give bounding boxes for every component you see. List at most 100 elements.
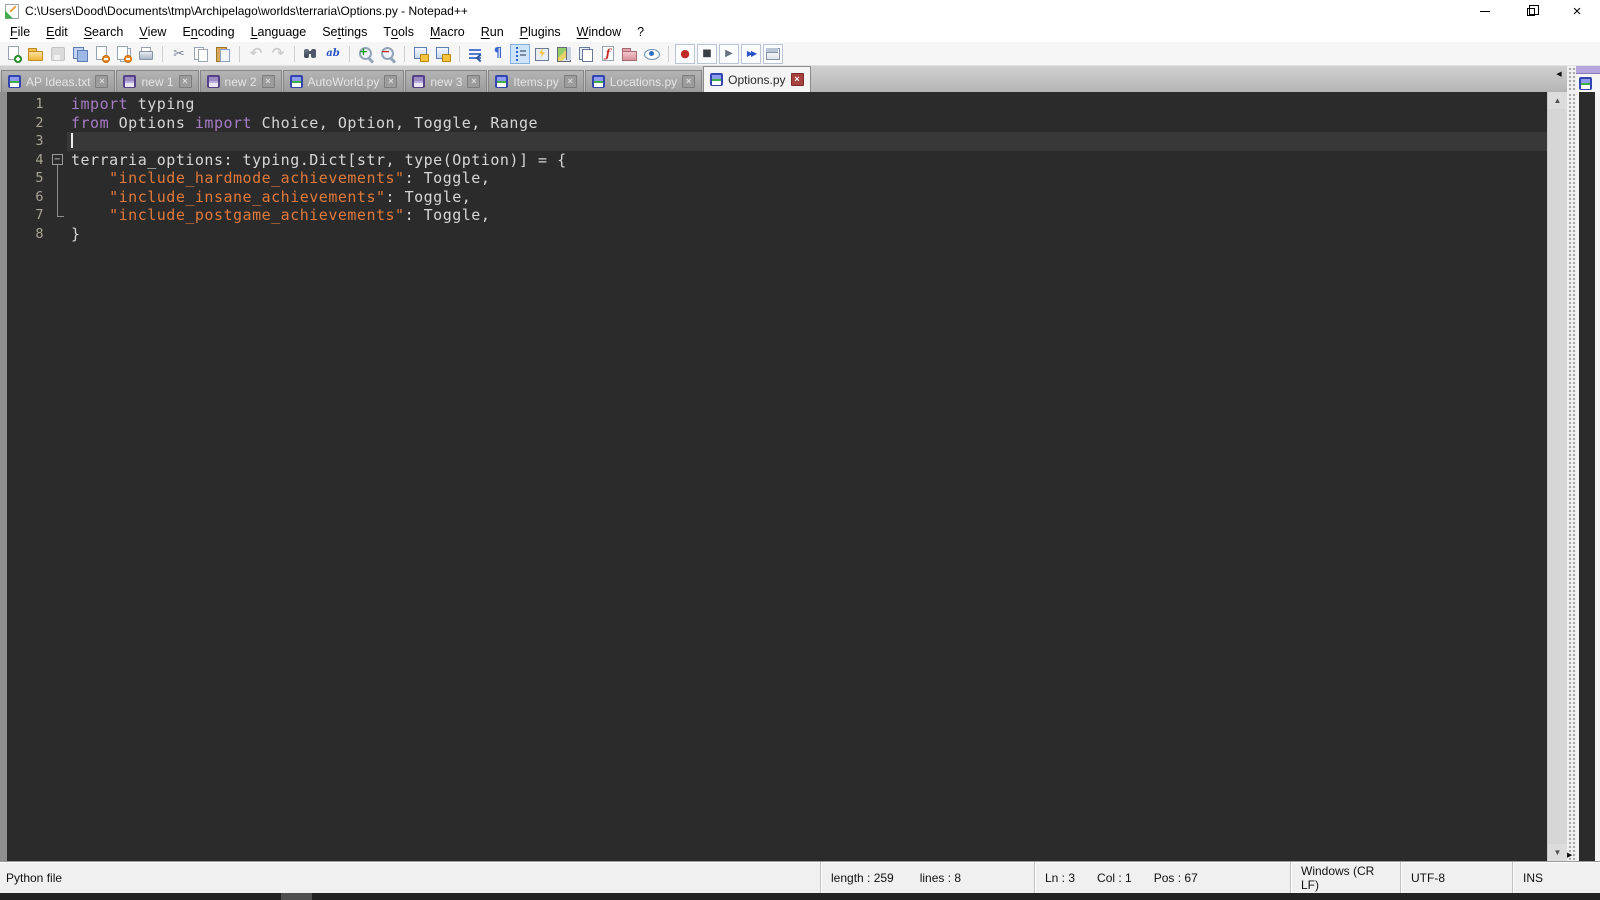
second-view-editor xyxy=(1579,92,1595,861)
close-icon[interactable] xyxy=(93,45,111,63)
menu-run[interactable]: Run xyxy=(473,22,512,42)
tab-label: Items.py xyxy=(513,74,559,89)
code-text xyxy=(67,132,1547,151)
tab-new-3[interactable]: new 3 × xyxy=(405,70,488,92)
line-number: 8 xyxy=(35,225,44,242)
menu-settings[interactable]: Se t tings xyxy=(314,22,375,42)
toolbar-separator xyxy=(239,45,240,62)
title-bar[interactable]: C:\Users\Dood\Documents\tmp\Archipelago\… xyxy=(0,0,1600,22)
menu-encoding[interactable]: En coding xyxy=(174,22,242,42)
saved-file-icon xyxy=(495,75,509,88)
tab-close-icon[interactable]: × xyxy=(467,75,481,88)
zoom-in-icon[interactable]: + xyxy=(357,45,375,63)
tab-close-icon[interactable]: × xyxy=(563,75,577,88)
code-area[interactable]: 1 import typing 2 from Options import Choic… xyxy=(7,92,1547,861)
bottom-edge-segment xyxy=(281,893,312,900)
status-eol-format[interactable]: Windows (CR LF) xyxy=(1290,862,1400,893)
replace-icon[interactable]: ab xyxy=(324,45,342,63)
close-button[interactable]: × xyxy=(1554,0,1600,22)
restore-button[interactable] xyxy=(1508,0,1554,22)
fold-collapse-icon[interactable]: − xyxy=(52,153,63,165)
tab-options-py[interactable]: Options.py × xyxy=(703,66,811,92)
vertical-scrollbar[interactable]: ▲ ▼ xyxy=(1547,92,1567,861)
open-icon[interactable] xyxy=(27,45,45,63)
find-icon[interactable] xyxy=(302,45,320,63)
minimize-button[interactable] xyxy=(1462,0,1508,22)
macro-play-icon[interactable]: ▶ xyxy=(719,43,739,64)
menu-tools[interactable]: To ols xyxy=(375,22,422,42)
save-icon[interactable] xyxy=(49,45,67,63)
view-splitter[interactable]: ▶ xyxy=(1567,92,1576,861)
tab-label: AutoWorld.py xyxy=(307,74,380,89)
second-view-tab-top[interactable] xyxy=(1576,66,1600,92)
indent-guide-icon[interactable] xyxy=(510,43,530,64)
tab-autoworld-py[interactable]: AutoWorld.py × xyxy=(282,70,405,92)
define-language-icon[interactable] xyxy=(533,45,551,63)
notepadpp-icon xyxy=(5,3,19,19)
status-typing-mode[interactable]: INS xyxy=(1512,862,1600,893)
tab-close-icon[interactable]: × xyxy=(95,75,109,88)
paste-icon[interactable] xyxy=(214,45,232,63)
second-view[interactable] xyxy=(1576,92,1600,861)
menu-plugins[interactable]: Plugins xyxy=(512,22,569,42)
redo-icon[interactable]: ↷ xyxy=(269,45,287,63)
scroll-down-icon[interactable]: ▼ xyxy=(1548,844,1567,861)
macro-run-multiple-icon[interactable]: ▶▶ xyxy=(741,43,761,64)
save-all-icon[interactable] xyxy=(71,45,89,63)
scrollbar-track[interactable] xyxy=(1548,109,1567,844)
menu-language[interactable]: Language xyxy=(243,22,315,42)
document-map-icon[interactable] xyxy=(555,45,573,63)
status-encoding[interactable]: UTF-8 xyxy=(1400,862,1512,893)
copy-icon[interactable] xyxy=(192,45,210,63)
second-view-tab-strip xyxy=(1576,66,1600,74)
tab-ap-ideas-txt[interactable]: AP Ideas.txt × xyxy=(1,70,116,92)
tab-close-icon[interactable]: × xyxy=(384,75,398,88)
window-controls: × xyxy=(1462,0,1600,22)
second-view-tab-icon-area xyxy=(1576,74,1600,92)
function-list-icon[interactable]: ƒ xyxy=(599,45,617,63)
tab-items-py[interactable]: Items.py × xyxy=(488,70,584,92)
menu-window[interactable]: Window xyxy=(569,22,629,42)
monitoring-icon[interactable] xyxy=(643,45,661,63)
undo-icon[interactable]: ↶ xyxy=(247,45,265,63)
menu-view[interactable]: View xyxy=(131,22,174,42)
tab-scroll-left-icon[interactable]: ◀ xyxy=(1551,66,1567,92)
new-file-icon[interactable] xyxy=(5,45,23,63)
zoom-out-icon[interactable]: − xyxy=(379,45,397,63)
show-all-characters-icon[interactable]: ¶ xyxy=(489,45,507,63)
document-switcher-icon[interactable] xyxy=(577,45,595,63)
notepadpp-window: C:\Users\Dood\Documents\tmp\Archipelago\… xyxy=(0,0,1600,900)
tab-close-icon[interactable]: × xyxy=(178,75,192,88)
splitter-expand-right-icon[interactable]: ▶ xyxy=(1567,852,1572,859)
menu-search[interactable]: Search xyxy=(76,22,132,42)
tab-new-2[interactable]: new 2 × xyxy=(199,70,282,92)
cut-icon[interactable]: ✂ xyxy=(170,45,188,63)
tab-locations-py[interactable]: Locations.py × xyxy=(584,70,703,92)
sync-horizontal-icon[interactable] xyxy=(434,45,452,63)
line-number: 2 xyxy=(35,114,44,131)
line-number: 3 xyxy=(35,133,44,149)
tab-close-icon[interactable]: × xyxy=(790,73,804,86)
status-column: Col : 1 xyxy=(1097,870,1132,885)
close-all-icon[interactable] xyxy=(115,45,133,63)
print-icon[interactable] xyxy=(137,45,155,63)
menu-file[interactable]: File xyxy=(2,22,38,42)
menu-help[interactable]: ? xyxy=(629,22,652,42)
tab-bar-right: ◀ xyxy=(1551,66,1600,92)
tab-label: new 2 xyxy=(224,74,257,89)
toolbar-separator xyxy=(404,45,405,62)
sync-vertical-icon[interactable] xyxy=(412,45,430,63)
folder-as-workspace-icon[interactable] xyxy=(621,45,639,63)
view-splitter-top[interactable] xyxy=(1567,66,1576,92)
tab-close-icon[interactable]: × xyxy=(261,75,275,88)
scroll-up-icon[interactable]: ▲ xyxy=(1548,92,1567,109)
tab-close-icon[interactable]: × xyxy=(682,75,696,88)
word-wrap-icon[interactable] xyxy=(467,45,485,63)
menu-edit[interactable]: Edit xyxy=(38,22,76,42)
status-lines: lines : 8 xyxy=(919,870,962,885)
menu-macro[interactable]: Macro xyxy=(422,22,473,42)
tab-new-1[interactable]: new 1 × xyxy=(116,70,199,92)
macro-stop-icon[interactable]: ■ xyxy=(697,43,717,64)
macro-record-icon[interactable]: ● xyxy=(675,43,695,64)
macro-save-icon[interactable] xyxy=(763,43,783,64)
